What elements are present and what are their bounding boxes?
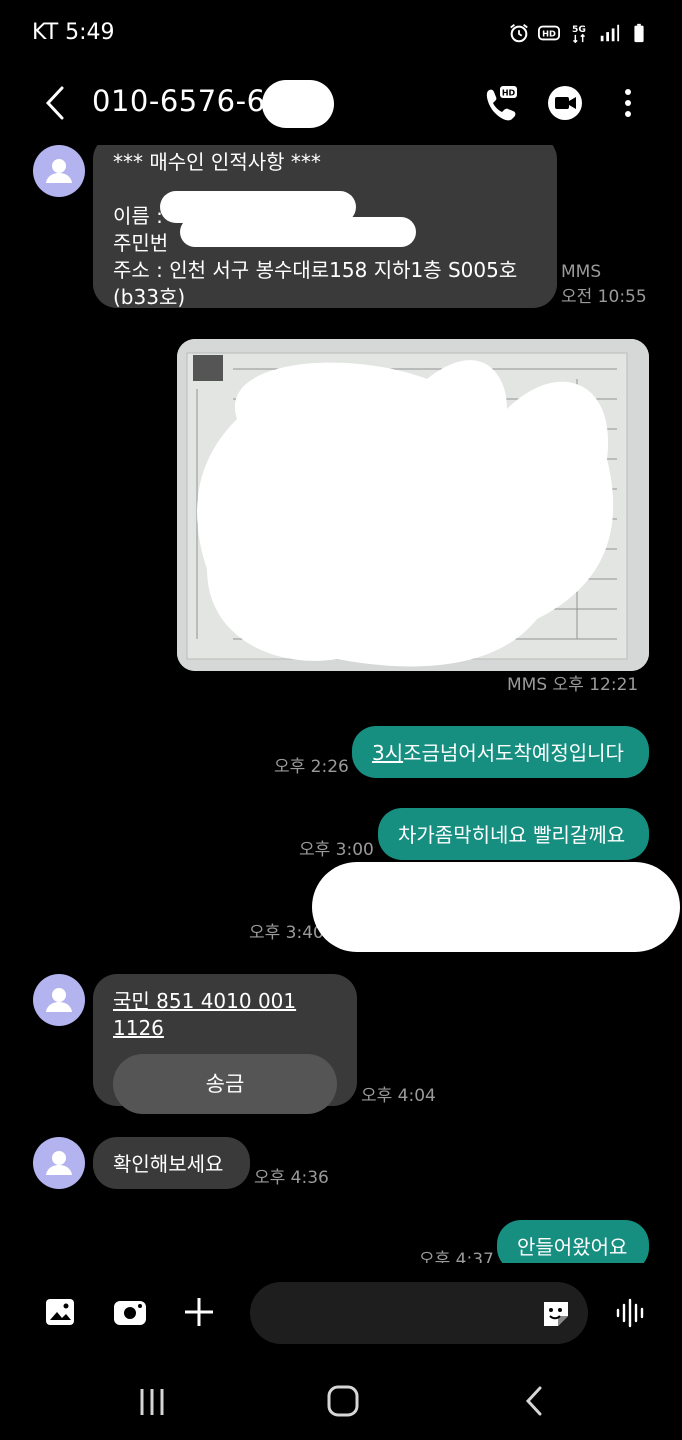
gallery-icon[interactable] xyxy=(44,1296,76,1328)
date-link[interactable]: 3시 xyxy=(372,741,403,765)
message-bubble[interactable]: 국민 851 4010 001 1126 송금 xyxy=(93,974,357,1114)
5g-icon: 5G xyxy=(572,24,586,44)
call-hd-icon[interactable]: HD xyxy=(480,83,520,123)
message-time: 오전 10:55 xyxy=(561,287,647,307)
avatar[interactable] xyxy=(33,974,85,1026)
message-time: 오후 4:36 xyxy=(254,1168,329,1188)
person-icon xyxy=(46,159,72,183)
message-text: 조금넘어서도착예정입니다 xyxy=(403,741,624,765)
svg-text:HD: HD xyxy=(542,29,556,39)
back-nav-icon[interactable] xyxy=(520,1385,552,1417)
message-time: 오후 4:04 xyxy=(361,1086,436,1106)
svg-text:5G: 5G xyxy=(572,24,586,35)
message-type: MMS xyxy=(561,262,602,282)
image-attachment[interactable] xyxy=(177,339,649,671)
status-time: KT 5:49 xyxy=(32,20,115,45)
message-text: 차가좀막히네요 빨리갈께요 xyxy=(398,823,626,847)
redaction-mark xyxy=(330,911,500,951)
home-icon[interactable] xyxy=(326,1384,360,1418)
camera-icon[interactable] xyxy=(112,1296,148,1328)
transfer-button-label: 송금 xyxy=(205,1071,245,1096)
battery-icon xyxy=(634,23,644,43)
back-button[interactable] xyxy=(38,84,76,122)
message-time: 오후 3:00 xyxy=(299,840,374,860)
alarm-icon xyxy=(510,24,528,43)
more-icon[interactable] xyxy=(608,83,648,123)
video-call-icon[interactable] xyxy=(545,83,585,123)
sticker-icon[interactable] xyxy=(540,1298,572,1328)
avatar[interactable] xyxy=(33,145,85,197)
svg-text:HD: HD xyxy=(502,89,516,98)
account-link[interactable]: 국민 851 4010 001 1126 xyxy=(113,988,337,1042)
message-meta: MMS 오후 12:21 xyxy=(507,675,639,695)
message-bubble[interactable]: 3시조금넘어서도착예정입니다 xyxy=(352,726,649,778)
avatar[interactable] xyxy=(33,1137,85,1189)
plus-icon[interactable] xyxy=(183,1296,215,1328)
message-list[interactable]: *** 매수인 인적사항 *** 이름 : 주민번 주소 : 인천 서구 봉수대… xyxy=(0,145,682,1263)
hd-voice-icon: HD xyxy=(538,25,560,41)
document-photo xyxy=(177,339,649,671)
redaction-mark xyxy=(262,80,334,128)
message-line: (b33호) xyxy=(113,285,186,309)
message-input[interactable] xyxy=(250,1282,588,1344)
status-icons: HD 5G xyxy=(508,22,650,44)
person-icon xyxy=(46,1151,72,1175)
message-time: 오후 3:40 xyxy=(249,923,324,943)
transfer-button[interactable]: 송금 xyxy=(113,1054,337,1114)
message-bubble[interactable]: 차가좀막히네요 빨리갈께요 xyxy=(378,808,649,860)
message-line: 주소 : 인천 서구 봉수대로158 지하1층 S005호 xyxy=(113,258,518,282)
message-text: 안들어왔어요 xyxy=(517,1235,628,1259)
message-text: 확인해보세요 xyxy=(113,1152,224,1176)
message-bubble[interactable]: 안들어왔어요 xyxy=(497,1220,649,1263)
message-time: 오후 2:26 xyxy=(274,757,349,777)
recents-icon[interactable] xyxy=(136,1386,168,1418)
signal-icon xyxy=(600,24,620,42)
redaction-mark xyxy=(180,217,416,247)
voice-record-icon[interactable] xyxy=(614,1296,648,1330)
message-line: *** 매수인 인적사항 *** xyxy=(113,150,321,174)
message-time: 오후 4:37 xyxy=(419,1250,494,1263)
message-bubble[interactable]: 확인해보세요 xyxy=(93,1137,250,1189)
person-icon xyxy=(46,988,72,1012)
